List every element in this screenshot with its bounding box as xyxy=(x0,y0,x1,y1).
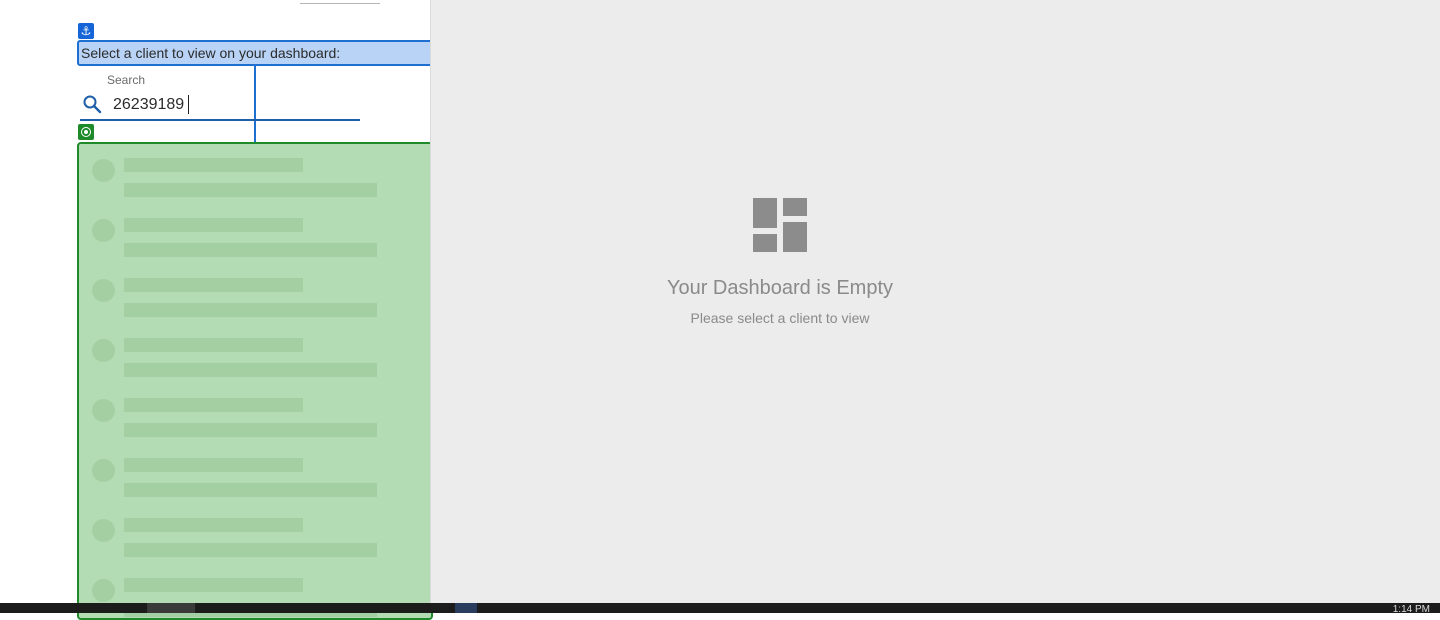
divider xyxy=(300,3,380,4)
loading-placeholder-row xyxy=(79,504,431,564)
taskbar-clock[interactable]: 1:14 PM xyxy=(1393,603,1430,617)
empty-state-subtitle: Please select a client to view xyxy=(690,310,870,326)
text-placeholder xyxy=(124,518,303,532)
client-results-list[interactable] xyxy=(77,142,433,620)
text-placeholder xyxy=(124,218,303,232)
text-placeholder xyxy=(124,543,377,557)
loading-placeholder-row xyxy=(79,384,431,444)
client-select-label: Select a client to view on your dashboar… xyxy=(77,40,435,66)
text-placeholder xyxy=(124,303,377,317)
avatar-placeholder xyxy=(92,339,115,362)
text-placeholder xyxy=(124,183,377,197)
avatar-placeholder xyxy=(92,279,115,302)
dashboard-area xyxy=(430,0,1440,603)
avatar-placeholder xyxy=(92,159,115,182)
text-placeholder xyxy=(124,398,303,412)
loading-placeholder-row xyxy=(79,324,431,384)
avatar-placeholder xyxy=(92,519,115,542)
text-placeholder xyxy=(124,243,377,257)
avatar-placeholder xyxy=(92,579,115,602)
loading-placeholder-row xyxy=(79,204,431,264)
text-placeholder xyxy=(124,158,303,172)
text-placeholder xyxy=(124,483,377,497)
loading-placeholder-row xyxy=(79,264,431,324)
client-selection-pane: ⚓ Select a client to view on your dashbo… xyxy=(0,0,435,620)
search-icon[interactable] xyxy=(82,94,102,114)
avatar-placeholder xyxy=(92,399,115,422)
search-underline xyxy=(80,119,360,121)
search-caption: Search xyxy=(107,73,146,87)
text-placeholder xyxy=(124,578,303,592)
loading-placeholder-row xyxy=(79,444,431,504)
loading-placeholder-row xyxy=(79,144,431,204)
text-placeholder xyxy=(124,278,303,292)
empty-state-title: Your Dashboard is Empty xyxy=(666,277,894,299)
text-caret xyxy=(188,95,189,114)
text-placeholder xyxy=(124,458,303,472)
taskbar-app-button[interactable] xyxy=(455,603,477,613)
search-input[interactable] xyxy=(113,93,353,117)
taskbar: 1:14 PM xyxy=(0,603,1440,615)
taskbar-app-button[interactable] xyxy=(147,603,195,613)
avatar-placeholder xyxy=(92,459,115,482)
text-placeholder xyxy=(124,338,303,352)
text-placeholder xyxy=(124,363,377,377)
dashboard-icon xyxy=(752,197,808,253)
text-placeholder xyxy=(124,423,377,437)
anchor-icon: ⚓ xyxy=(78,23,94,39)
avatar-placeholder xyxy=(92,219,115,242)
target-icon xyxy=(78,124,94,140)
